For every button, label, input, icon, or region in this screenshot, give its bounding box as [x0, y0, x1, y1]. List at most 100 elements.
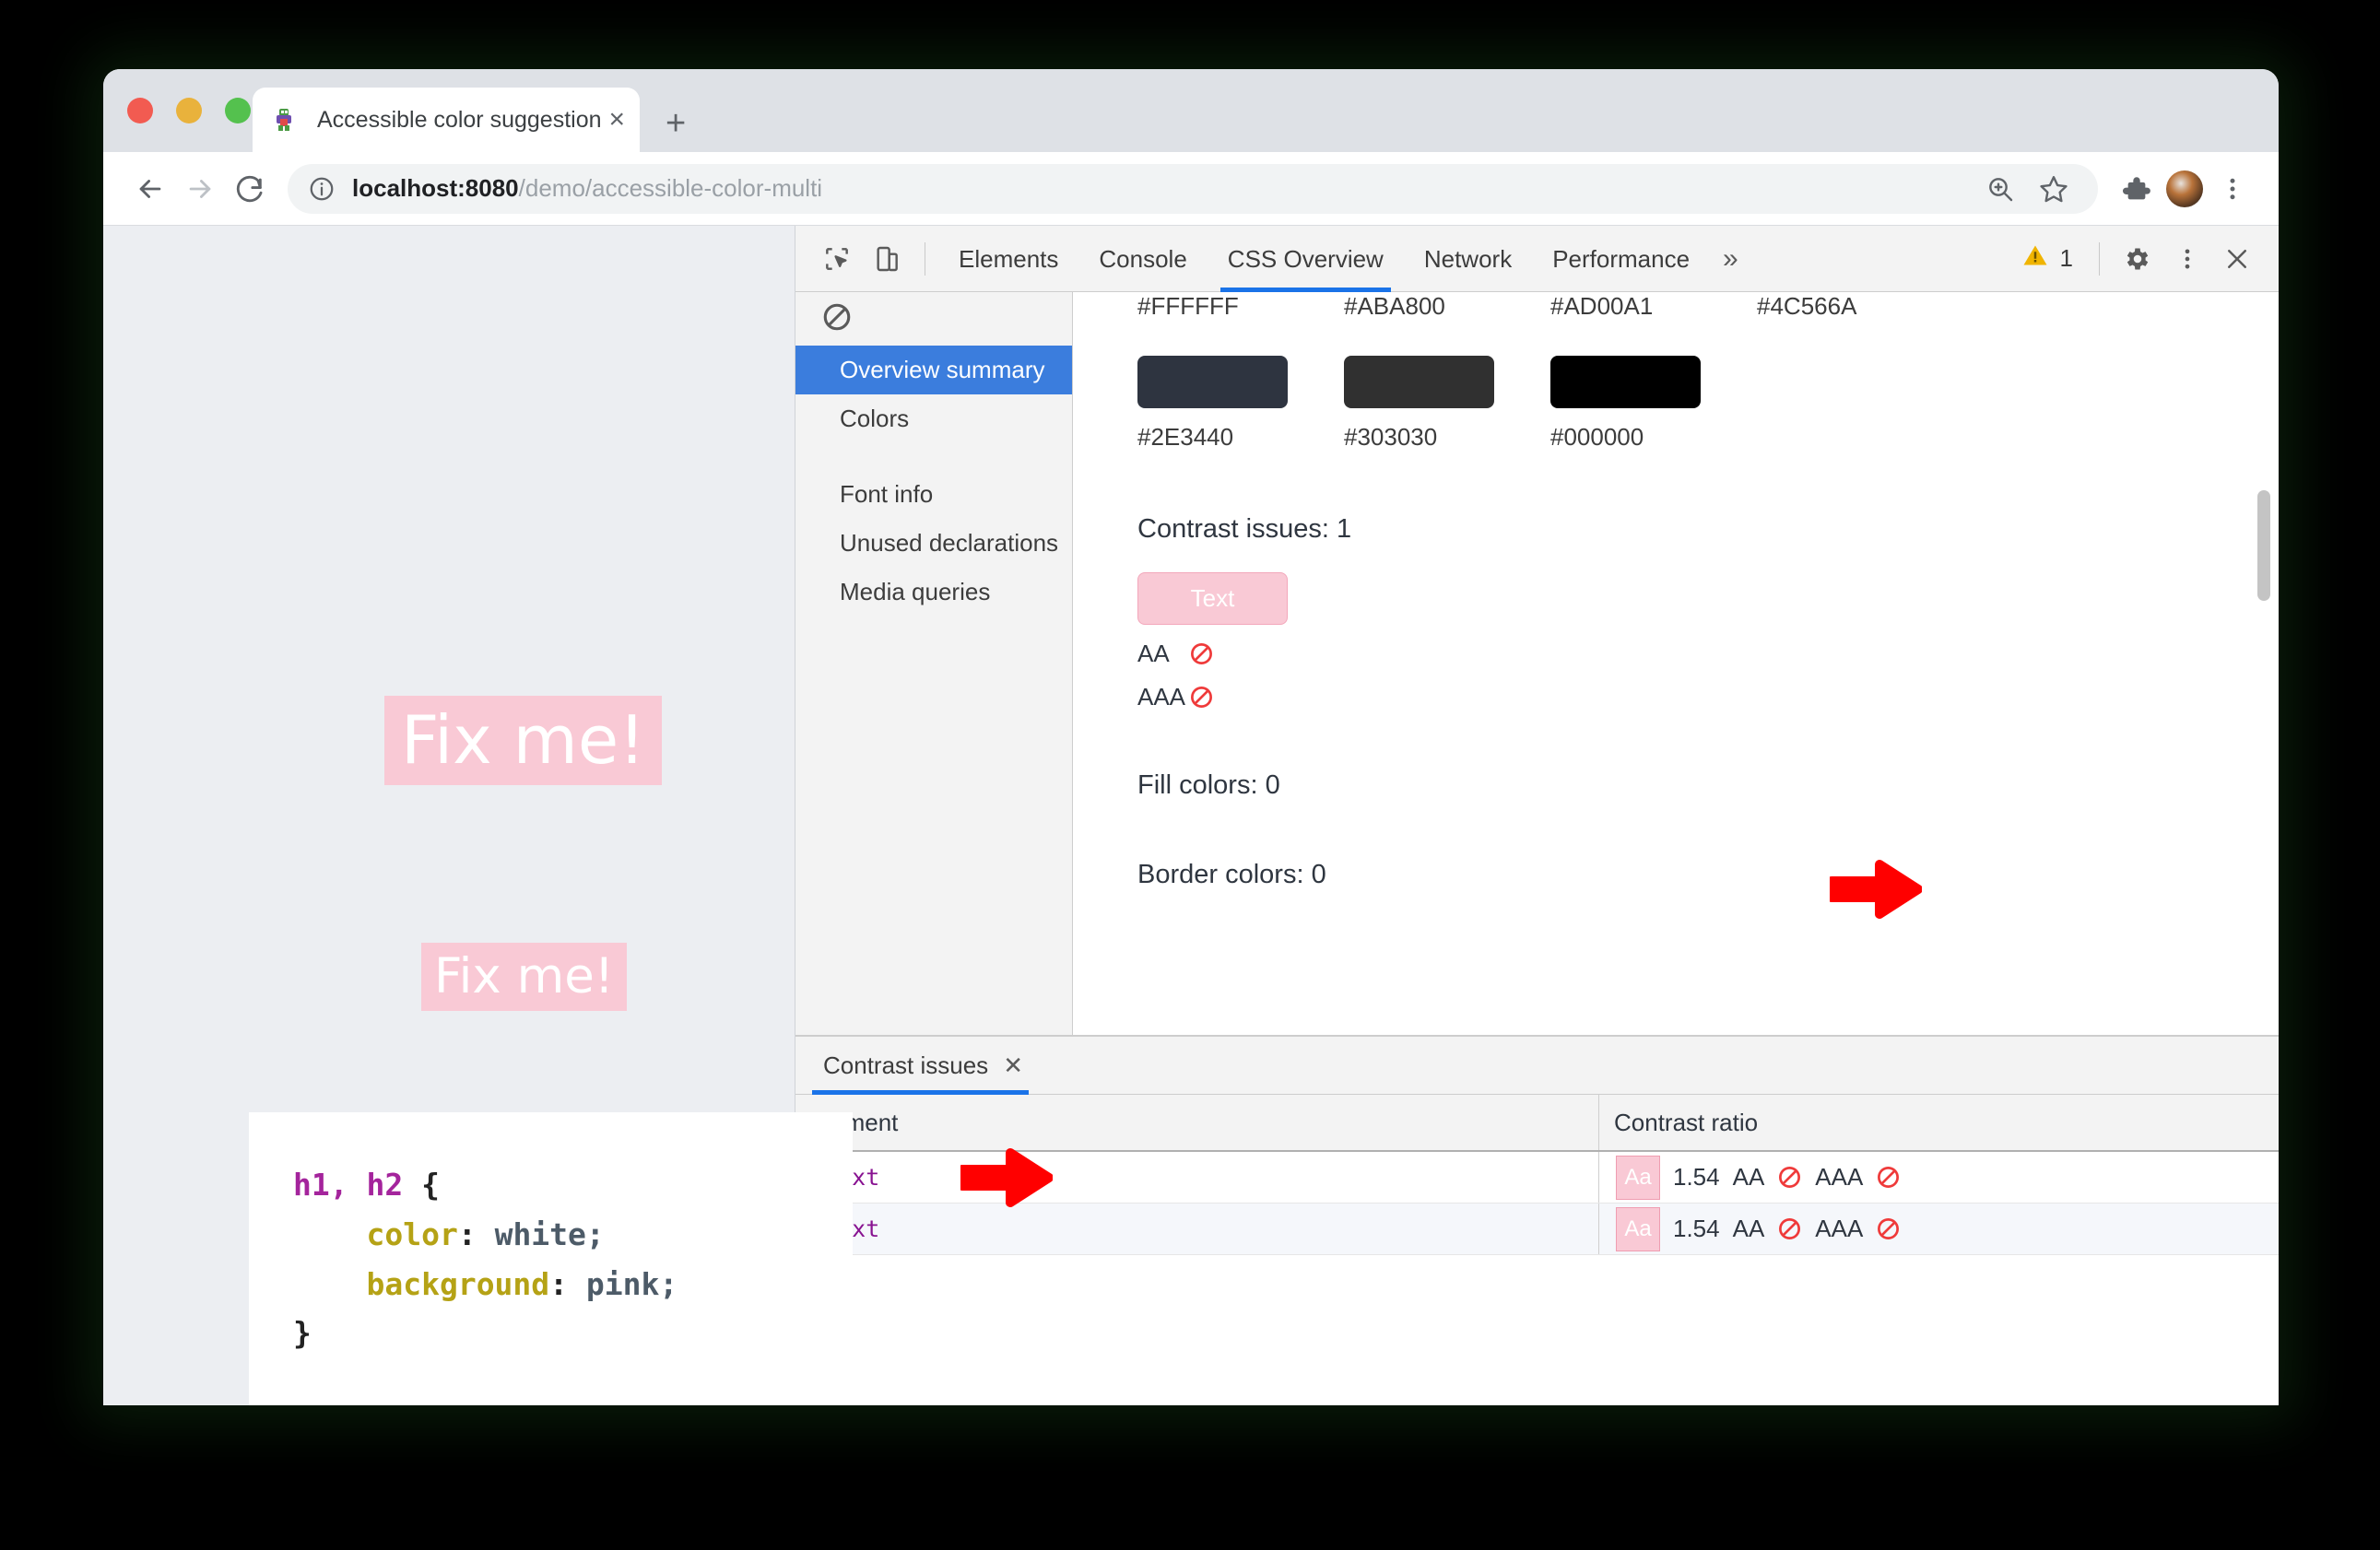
back-button[interactable]: [125, 164, 175, 214]
warning-badge[interactable]: 1: [2009, 241, 2086, 276]
code-selector: h1, h2: [293, 1167, 404, 1203]
css-code-block: h1, h2 { color: white; background: pink;…: [293, 1160, 853, 1358]
aa-label: AA: [1732, 1163, 1765, 1191]
sidebar-item-overview-summary[interactable]: Overview summary: [795, 346, 1072, 395]
page-heading-h2: Fix me!: [421, 943, 628, 1012]
color-swatch[interactable]: [1550, 356, 1701, 408]
omnibox-actions: [1976, 165, 2078, 213]
drawer-tab-bar: Contrast issues ✕: [795, 1037, 2279, 1095]
browser-tab[interactable]: Accessible color suggestion ×: [253, 88, 640, 152]
drawer-tab-close-icon[interactable]: ✕: [1003, 1051, 1023, 1080]
inspect-element-icon[interactable]: [812, 234, 862, 284]
tab-performance[interactable]: Performance: [1532, 226, 1710, 292]
sidebar-item-media-queries[interactable]: Media queries: [795, 568, 1072, 616]
color-swatch-cell: #000000: [1550, 356, 1757, 452]
address-bar[interactable]: localhost:8080/demo/accessible-color-mul…: [288, 163, 2098, 214]
color-swatch-cell: #303030: [1344, 356, 1550, 452]
tab-console[interactable]: Console: [1078, 226, 1207, 292]
devtools-drawer: Contrast issues ✕ Element Contrast ratio…: [795, 1036, 2279, 1405]
sidebar-item-unused-declarations[interactable]: Unused declarations: [795, 519, 1072, 568]
url-host: localhost:8080: [352, 174, 519, 202]
top-hex-label-row: #FFFFFF #ABA800 #AD00A1 #4C566A: [1137, 292, 2279, 321]
color-swatch[interactable]: [1137, 356, 1288, 408]
tab-css-overview[interactable]: CSS Overview: [1208, 226, 1404, 292]
cell-element[interactable]: #text: [795, 1152, 1599, 1203]
new-tab-button[interactable]: +: [666, 106, 686, 141]
page-heading-h1: Fix me!: [384, 696, 662, 786]
drawer-tab-contrast-issues[interactable]: Contrast issues ✕: [812, 1037, 1029, 1095]
minimize-window-button[interactable]: [176, 98, 202, 123]
profile-avatar[interactable]: [2161, 165, 2209, 213]
no-entry-icon[interactable]: [821, 301, 853, 337]
hex-label-top-2: #ABA800: [1344, 292, 1445, 320]
code-value-pink: pink;: [568, 1265, 678, 1302]
code-colon-1: :: [457, 1215, 477, 1252]
no-entry-icon: [1876, 1165, 1901, 1190]
aaa-result-row: AAA: [1137, 683, 2279, 711]
forward-button[interactable]: [175, 164, 225, 214]
url-path: /demo/accessible-color-multi: [518, 174, 823, 202]
css-overview-sidebar: Overview summary Colors Font info Unused…: [795, 292, 1073, 1035]
devtools-toolbar-actions: 1: [2009, 234, 2262, 284]
table-header-row: Element Contrast ratio: [795, 1095, 2279, 1152]
cell-element[interactable]: #text: [795, 1204, 1599, 1254]
color-swatch-row: #2E3440 #303030 #000000: [1137, 356, 2279, 452]
color-swatch[interactable]: [1344, 356, 1494, 408]
code-value-white: white;: [476, 1215, 605, 1252]
more-tabs-icon[interactable]: »: [1710, 243, 1751, 275]
no-entry-icon: [1876, 1216, 1901, 1241]
sidebar-item-colors[interactable]: Colors: [795, 394, 1072, 443]
aaa-label: AAA: [1137, 683, 1186, 710]
css-overview-body: Overview summary Colors Font info Unused…: [795, 292, 2279, 1036]
chrome-menu-icon[interactable]: [2209, 165, 2256, 213]
table-row[interactable]: #text Aa 1.54 AA AAA: [795, 1204, 2279, 1255]
site-favicon-icon: [271, 107, 297, 133]
cell-contrast-ratio: Aa 1.54 AA AAA: [1599, 1204, 2279, 1254]
zoom-icon[interactable]: [1976, 165, 2024, 213]
reload-button[interactable]: [225, 164, 275, 214]
code-open-brace: {: [403, 1167, 440, 1203]
cell-contrast-ratio: Aa 1.54 AA AAA: [1599, 1152, 2279, 1203]
tab-elements[interactable]: Elements: [938, 226, 1078, 292]
overview-scrollbar[interactable]: [2254, 292, 2274, 1035]
tab-close-icon[interactable]: ×: [609, 106, 626, 134]
column-header-contrast-ratio[interactable]: Contrast ratio: [1599, 1095, 2279, 1150]
code-property-background: background: [366, 1265, 550, 1302]
table-row[interactable]: #text Aa 1.54 AA AAA: [795, 1152, 2279, 1204]
overview-inner: #FFFFFF #ABA800 #AD00A1 #4C566A #2E3440: [1073, 292, 2279, 890]
drawer-tab-label: Contrast issues: [823, 1051, 989, 1079]
close-window-button[interactable]: [127, 98, 153, 123]
code-property-color: color: [366, 1215, 458, 1252]
no-entry-icon: [1777, 1165, 1802, 1190]
contrast-preview-chip: Aa: [1616, 1155, 1660, 1200]
site-info-icon[interactable]: [308, 175, 336, 203]
window-traffic-lights: [127, 98, 251, 123]
gear-icon[interactable]: [2113, 234, 2162, 284]
no-entry-icon: [1777, 1216, 1802, 1241]
devtools-panel: Elements Console CSS Overview Network Pe…: [795, 226, 2279, 1405]
bookmark-star-icon[interactable]: [2030, 165, 2078, 213]
swatch-label-1: #2E3440: [1137, 423, 1234, 451]
device-toolbar-icon[interactable]: [862, 234, 912, 284]
close-icon[interactable]: [2212, 234, 2262, 284]
maximize-window-button[interactable]: [225, 98, 251, 123]
aa-label: AA: [1137, 640, 1170, 667]
aa-result-row: AA: [1137, 640, 2279, 668]
extensions-puzzle-icon[interactable]: [2113, 165, 2161, 213]
hex-label-top-1: #FFFFFF: [1137, 292, 1239, 320]
column-header-element[interactable]: Element: [795, 1095, 1599, 1150]
no-entry-icon: [1189, 685, 1214, 710]
swatch-label-3: #000000: [1550, 423, 1644, 451]
color-swatch-cell: #2E3440: [1137, 356, 1344, 452]
overview-scrollbar-thumb[interactable]: [2257, 490, 2270, 601]
contrast-text-sample-chip[interactable]: Text: [1137, 572, 1288, 625]
sidebar-item-font-info[interactable]: Font info: [795, 470, 1072, 519]
aaa-label: AAA: [1815, 1163, 1864, 1191]
code-colon-2: :: [549, 1265, 569, 1302]
fill-colors-label: Fill colors: 0: [1137, 770, 1280, 800]
css-overview-content: #FFFFFF #ABA800 #AD00A1 #4C566A #2E3440: [1073, 292, 2279, 1035]
address-bar-url: localhost:8080/demo/accessible-color-mul…: [352, 174, 822, 203]
hex-label-top-4: #4C566A: [1757, 292, 1857, 320]
tab-network[interactable]: Network: [1404, 226, 1532, 292]
vertical-dots-icon[interactable]: [2162, 234, 2212, 284]
